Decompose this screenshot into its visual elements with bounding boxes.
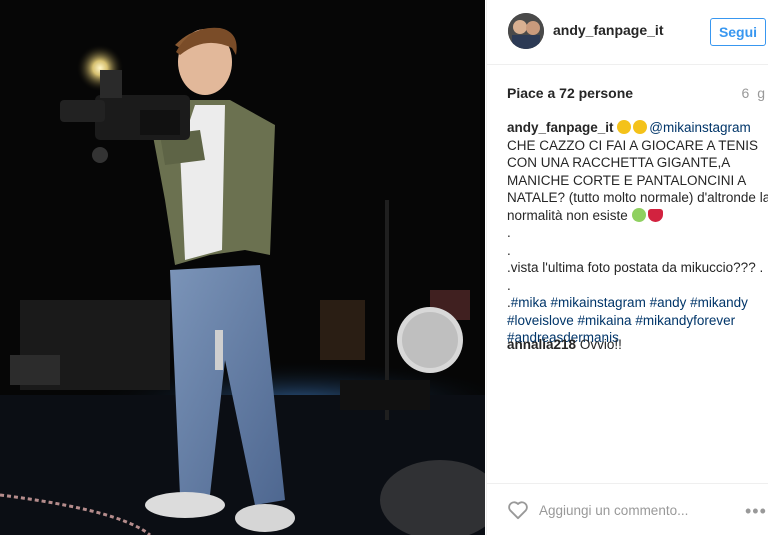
post-footer: Aggiungi un commento... ••• [487, 483, 768, 536]
post-header: andy_fanpage_it Segui [487, 0, 768, 65]
post-caption: andy_fanpage_it @mikainstagram CHE CAZZO… [507, 119, 768, 347]
comment-username[interactable]: annalia218 [507, 337, 576, 352]
post-timestamp[interactable]: 6 g [742, 85, 767, 101]
alien-emoji-icon [631, 207, 646, 222]
instagram-post-view: andy_fanpage_it Segui Piace a 72 persone… [0, 0, 768, 535]
post-author-username[interactable]: andy_fanpage_it [553, 22, 663, 38]
heart-icon[interactable] [507, 500, 529, 520]
post-side-panel: andy_fanpage_it Segui Piace a 72 persone… [486, 0, 768, 535]
caption-dot: . [507, 277, 511, 293]
broken-heart-emoji-icon [647, 208, 663, 222]
caption-dot: . [507, 225, 511, 240]
follow-button[interactable]: Segui [710, 18, 766, 46]
caption-text-line-emoji: normalità non esiste [507, 207, 768, 225]
caption-text-line: NATALE? (tutto molto normale) d'altronde… [507, 190, 768, 205]
caption-username[interactable]: andy_fanpage_it [507, 120, 614, 135]
likes-count[interactable]: Piace a 72 persone [507, 85, 633, 101]
mention-link[interactable]: @mikainstagram [649, 120, 750, 135]
caption-dot: . [507, 242, 511, 258]
avatar[interactable] [508, 13, 544, 49]
hashtag-links[interactable]: #mika #mikainstagram #andy #mikandy [511, 295, 748, 310]
hashtag-links[interactable]: #loveislove #mikaina #mikandyforever [507, 312, 768, 330]
heart-eyes-emoji-icon [633, 120, 648, 134]
post-photo[interactable] [0, 0, 485, 535]
caption-text: normalità non esiste [507, 207, 628, 223]
caption-text-line: CHE CAZZO CI FAI A GIOCARE A TENIS [507, 137, 759, 153]
caption-first-line: andy_fanpage_it @mikainstagram [507, 119, 768, 137]
caption-text-line: .vista l'ultima foto postata da mikuccio… [507, 260, 764, 275]
heart-eyes-emoji-icon [617, 120, 632, 134]
hashtag-line: .#mika #mikainstagram #andy #mikandy [507, 294, 768, 312]
comment-text: Ovvio!! [579, 337, 622, 352]
caption-text-line: CON UNA RACCHETTA GIGANTE,A [507, 155, 731, 170]
add-comment-input[interactable]: Aggiungi un commento... [539, 503, 688, 518]
comment-item: annalia218 Ovvio!! [507, 337, 622, 352]
caption-text-line: MANICHE CORTE E PANTALONCINI A [507, 172, 747, 188]
likes-row: Piace a 72 persone 6 g [507, 85, 767, 105]
more-options-icon[interactable]: ••• [745, 501, 767, 522]
